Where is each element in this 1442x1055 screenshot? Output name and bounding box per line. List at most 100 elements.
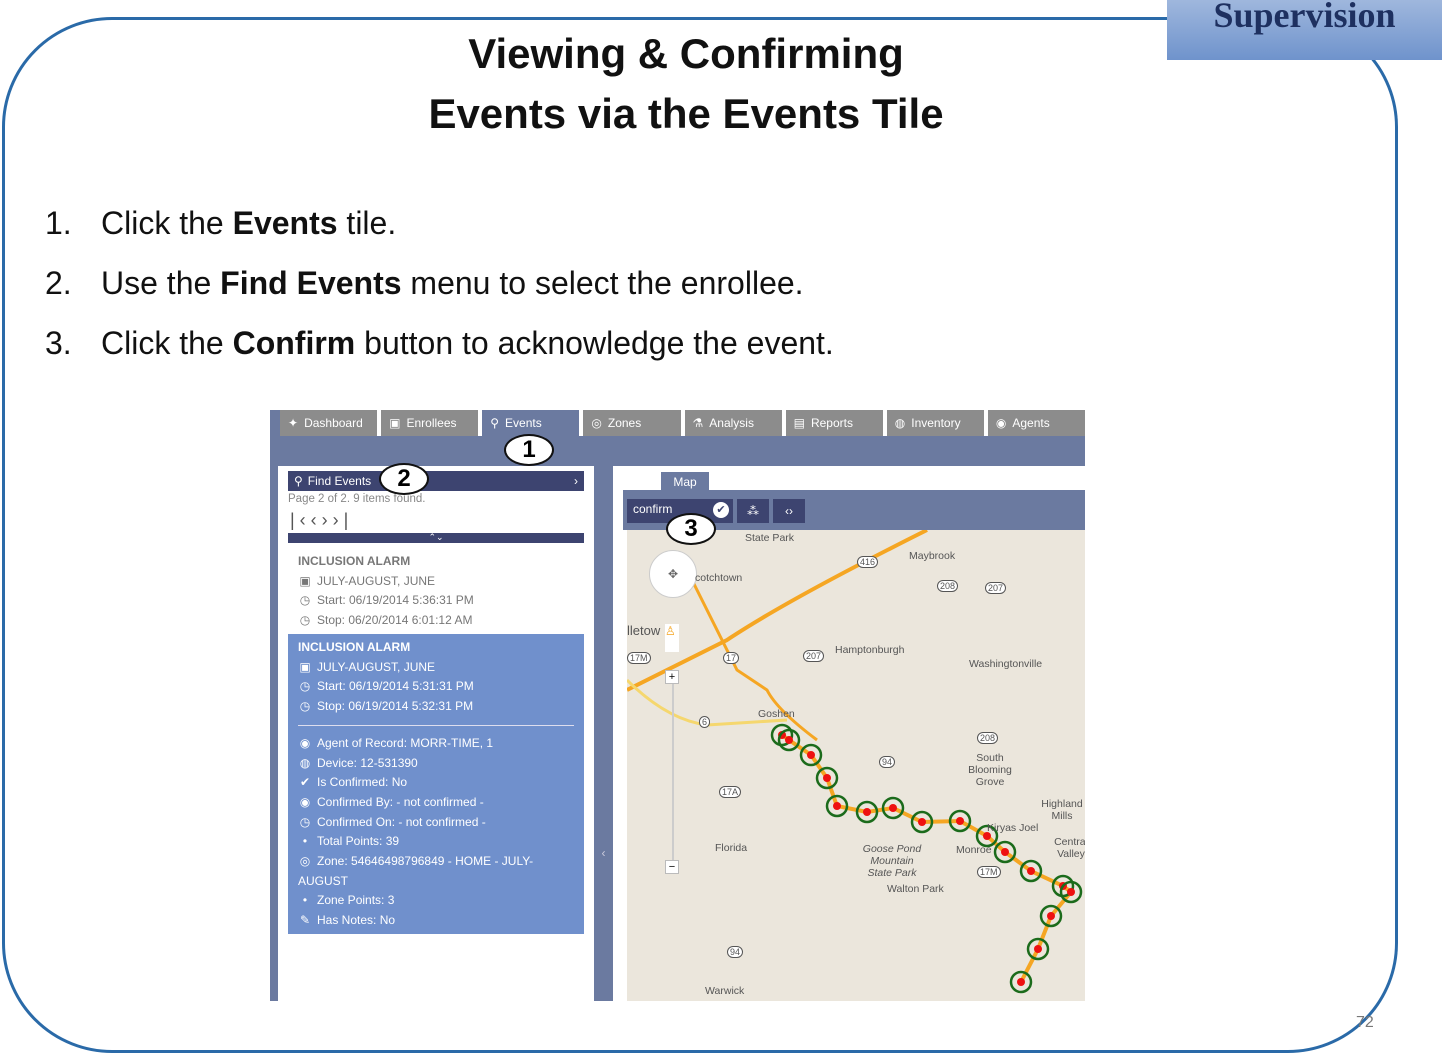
enrollee-icon: ▣ bbox=[299, 573, 311, 588]
zone-icon: ◎ bbox=[591, 416, 602, 430]
street-view-pegman-icon[interactable]: ♙ bbox=[665, 624, 679, 652]
person-card-icon: ▣ bbox=[389, 416, 401, 430]
event-point bbox=[1034, 945, 1042, 953]
eye-icon: ◉ bbox=[995, 416, 1007, 430]
event-point bbox=[807, 751, 815, 759]
map-label: Maybrook bbox=[909, 550, 956, 562]
route-shield: 207 bbox=[985, 582, 1007, 594]
check-circle-icon: ✔ bbox=[713, 502, 729, 518]
callout-2: 2 bbox=[379, 463, 429, 495]
route-shield: 6 bbox=[699, 716, 711, 728]
route-shield: 94 bbox=[879, 756, 896, 768]
zone-icon: ◎ bbox=[299, 854, 311, 869]
nodes-icon: ⁂ bbox=[747, 504, 759, 518]
map-label: lletow bbox=[627, 623, 661, 638]
tab-reports[interactable]: ▤ Reports bbox=[785, 410, 883, 436]
expand-collapse-bar[interactable]: ⌃⌄ bbox=[288, 533, 584, 543]
app-screenshot: ✦ Dashboard ▣ Enrollees ⚲ Events ◎ Zones ⚗ An… bbox=[270, 410, 1085, 1001]
callout-1: 1 bbox=[504, 434, 554, 466]
tab-enrollees[interactable]: ▣ Enrollees bbox=[381, 410, 479, 436]
route-shield: 17A bbox=[719, 786, 742, 798]
check-circle-icon: ✔ bbox=[299, 775, 311, 790]
zoom-in-button[interactable]: + bbox=[665, 670, 679, 684]
divider bbox=[298, 724, 574, 726]
slide-title-line1: Viewing & Confirming bbox=[468, 30, 904, 77]
step: 3. Click the Confirm button to acknowledg… bbox=[45, 325, 834, 361]
map-view[interactable]: ✥ ♙ + − State Park cotchtown Maybrook ll… bbox=[627, 530, 1085, 1001]
map-label: Goose Pond Mountain State Park bbox=[862, 843, 922, 879]
map-label: Kiryas Joel bbox=[987, 822, 1039, 834]
event-point bbox=[823, 774, 831, 782]
event-point bbox=[889, 804, 897, 812]
tab-agents[interactable]: ◉ Agents bbox=[987, 410, 1085, 436]
event-point bbox=[1017, 978, 1025, 986]
event-point bbox=[1067, 888, 1075, 896]
clock-icon: ◷ bbox=[299, 613, 311, 628]
chevron-left-icon: ‹ bbox=[601, 846, 606, 860]
map-label: South Blooming Grove bbox=[968, 752, 1012, 788]
code-arrows-icon: ‹› bbox=[785, 504, 793, 518]
route-shield: 17 bbox=[723, 652, 740, 664]
zoom-slider[interactable] bbox=[672, 680, 674, 870]
eye-icon: ◉ bbox=[299, 794, 311, 809]
map-label: Goshen bbox=[758, 708, 795, 720]
event-item-selected[interactable]: INCLUSION ALARM ▣ JULY-AUGUST, JUNE ◷ Star… bbox=[288, 634, 584, 947]
tab-analysis[interactable]: ⚗ Analysis bbox=[684, 410, 782, 436]
prev-page-icon[interactable]: ‹ bbox=[311, 510, 322, 530]
expand-button[interactable]: ‹› bbox=[773, 499, 805, 523]
pager: |‹‹››| bbox=[290, 510, 353, 531]
chevron-right-icon: › bbox=[574, 474, 578, 488]
last-page-icon[interactable]: ›| bbox=[333, 510, 354, 530]
page-number: 72 bbox=[1356, 1014, 1374, 1031]
map-label: Washingtonville bbox=[969, 658, 1043, 670]
analysis-icon: ⚗ bbox=[692, 416, 704, 430]
map-canvas bbox=[627, 530, 1083, 994]
step: 2. Use the Find Events menu to select the… bbox=[45, 265, 804, 301]
tab-dashboard[interactable]: ✦ Dashboard bbox=[280, 410, 378, 436]
event-point bbox=[1027, 867, 1035, 875]
next-page-icon[interactable]: › bbox=[322, 510, 333, 530]
route-shield: 207 bbox=[803, 650, 825, 662]
route-shield: 94 bbox=[727, 946, 744, 958]
dot-icon: • bbox=[302, 834, 308, 849]
map-label: Hamptonburgh bbox=[835, 644, 905, 656]
event-point bbox=[863, 808, 871, 816]
collapse-panel-button[interactable]: ‹ bbox=[594, 466, 613, 1001]
tab-map[interactable]: Map bbox=[661, 472, 709, 492]
dot-icon: • bbox=[302, 893, 308, 908]
satellite-icon: ✦ bbox=[288, 416, 299, 430]
event-point bbox=[1001, 848, 1009, 856]
map-pin-icon: ⚲ bbox=[490, 416, 500, 430]
notes-icon: ✎ bbox=[299, 913, 311, 928]
clock-icon: ◷ bbox=[299, 699, 311, 714]
find-events-menu[interactable]: ⚲ Find Events › bbox=[288, 471, 584, 491]
pan-control[interactable]: ✥ bbox=[649, 550, 697, 598]
points-button[interactable]: ⁂ bbox=[737, 499, 769, 523]
map-panel: Map confirm ✔ ⁂ ‹› ✥ ♙ + − State Park cot… bbox=[613, 466, 1085, 1001]
map-label: Highland Mills bbox=[1041, 798, 1083, 822]
event-point bbox=[956, 817, 964, 825]
device-icon: ◍ bbox=[299, 755, 311, 770]
first-page-icon[interactable]: |‹ bbox=[290, 510, 311, 530]
events-panel: ⚲ Find Events › Page 2 of 2. 9 items found… bbox=[278, 466, 594, 1001]
eye-icon: ◉ bbox=[299, 735, 311, 750]
map-label: cotchtown bbox=[695, 572, 743, 584]
callout-3: 3 bbox=[666, 513, 716, 545]
map-label: Central Valley bbox=[1054, 836, 1085, 860]
main-tabs: ✦ Dashboard ▣ Enrollees ⚲ Events ◎ Zones ⚗ An… bbox=[280, 410, 1085, 436]
tab-inventory[interactable]: ◍ Inventory bbox=[886, 410, 984, 436]
route-shield: 416 bbox=[857, 556, 879, 568]
route-shield: 208 bbox=[937, 580, 959, 592]
clock-icon: ◷ bbox=[299, 593, 311, 608]
enrollee-icon: ▣ bbox=[299, 659, 311, 674]
route-shield: 17M bbox=[977, 866, 1001, 878]
zoom-out-button[interactable]: − bbox=[665, 860, 679, 874]
search-icon: ⚲ bbox=[294, 474, 303, 488]
event-point bbox=[785, 736, 793, 744]
event-item[interactable]: INCLUSION ALARM ▣ JULY-AUGUST, JUNE ◷ Star… bbox=[288, 548, 584, 635]
tab-zones[interactable]: ◎ Zones bbox=[583, 410, 681, 436]
clock-icon: ◷ bbox=[299, 679, 311, 694]
tab-events[interactable]: ⚲ Events bbox=[482, 410, 580, 436]
map-label: Florida bbox=[715, 842, 748, 854]
map-label: Walton Park bbox=[887, 883, 944, 895]
